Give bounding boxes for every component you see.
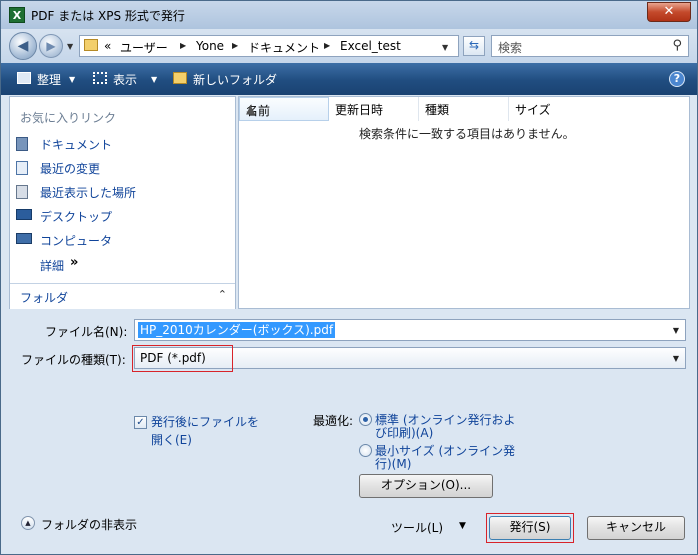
new-folder-icon	[173, 72, 187, 84]
optimize-standard-label-line2[interactable]: び印刷)(A)	[375, 424, 433, 441]
window-title: PDF または XPS 形式で発行	[31, 9, 185, 23]
recent-places-icon	[16, 185, 28, 199]
view-caret-icon[interactable]: ▼	[151, 75, 157, 84]
open-after-publish-checkbox[interactable]: ✓	[134, 416, 147, 429]
navigation-pane: お気に入りリンク ドキュメント 最近の変更 最近表示した場所 デスクトップ コン…	[9, 96, 236, 309]
address-row: ◀ ▶ ▼ « ユーザー ▶ Yone ▶ ドキュメント ▶ Excel_tes…	[1, 29, 697, 63]
breadcrumb-overflow[interactable]: «	[104, 39, 111, 53]
optimize-label: 最適化:	[313, 414, 354, 428]
desktop-icon	[16, 209, 32, 220]
filename-field[interactable]: HP_2010カレンダー(ボックス).pdf ▼	[134, 319, 686, 341]
sidebar-item-documents[interactable]: ドキュメント	[16, 135, 216, 155]
excel-app-icon: X	[9, 7, 25, 23]
column-header-label: 種類	[425, 103, 450, 117]
favorites-heading: お気に入りリンク	[20, 111, 117, 125]
more-links-button[interactable]: 詳細	[40, 257, 64, 274]
organize-menu[interactable]: 整理	[37, 71, 61, 88]
chevron-up-circle-icon[interactable]: ▲	[21, 516, 35, 530]
address-bar[interactable]: « ユーザー ▶ Yone ▶ ドキュメント ▶ Excel_test ▼	[79, 35, 459, 57]
back-arrow-icon: ◀	[17, 38, 29, 54]
documents-icon	[16, 137, 28, 151]
view-icon	[93, 72, 107, 84]
highlight-filetype	[132, 345, 233, 372]
sidebar-item-label: デスクトップ	[40, 210, 113, 224]
options-button[interactable]: オプション(O)...	[359, 474, 493, 498]
sidebar-item-computer[interactable]: コンピュータ	[16, 231, 216, 251]
column-header-type[interactable]: 種類	[419, 97, 509, 121]
breadcrumb-arrow-icon[interactable]: ▶	[324, 41, 330, 50]
filename-label: ファイル名(N):	[45, 325, 128, 339]
breadcrumb-excel-test[interactable]: Excel_test	[340, 39, 401, 53]
sidebar-item-label: 最近の変更	[40, 162, 101, 176]
back-button[interactable]: ◀	[9, 32, 37, 60]
recent-pages-dropdown-icon[interactable]: ▼	[67, 42, 73, 51]
column-header-modified[interactable]: 更新日時	[329, 97, 419, 121]
open-after-publish-label-line2[interactable]: 開く(E)	[151, 431, 192, 448]
checkmark-icon: ✓	[136, 417, 145, 428]
forward-arrow-icon: ▶	[46, 39, 56, 53]
sidebar-item-recent-changes[interactable]: 最近の変更	[16, 159, 216, 179]
folders-toggle-bar[interactable]: フォルダ ⌃	[10, 283, 235, 309]
new-folder-button[interactable]: 新しいフォルダ	[193, 71, 277, 88]
double-chevron-icon[interactable]: »	[70, 255, 78, 270]
command-toolbar: 整理 ▼ 表示 ▼ 新しいフォルダ ?	[1, 63, 697, 95]
refresh-icon: ⇆	[468, 38, 480, 52]
folders-label: フォルダ	[20, 291, 69, 305]
hide-folders-button[interactable]: フォルダの非表示	[41, 516, 137, 533]
refresh-button[interactable]: ⇆	[463, 36, 485, 56]
organize-caret-icon[interactable]: ▼	[69, 75, 75, 84]
help-icon[interactable]: ?	[669, 71, 685, 87]
optimize-minimum-radio[interactable]	[359, 444, 372, 457]
sidebar-item-desktop[interactable]: デスクトップ	[16, 207, 216, 227]
optimize-minimum-label-line2[interactable]: 行)(M)	[375, 455, 411, 472]
cancel-button[interactable]: キャンセル	[587, 516, 685, 540]
breadcrumb-arrow-icon[interactable]: ▶	[180, 41, 186, 50]
column-header-label: 更新日時	[335, 103, 384, 117]
forward-button[interactable]: ▶	[39, 34, 63, 58]
close-button[interactable]: ✕	[647, 2, 691, 22]
computer-icon	[16, 233, 32, 244]
publish-dialog: X PDF または XPS 形式で発行 ✕ ◀ ▶ ▼ « ユーザー ▶ Yon…	[0, 0, 698, 555]
filename-value[interactable]: HP_2010カレンダー(ボックス).pdf	[138, 322, 336, 338]
search-input[interactable]: 検索 ⚲	[491, 35, 689, 57]
title-bar[interactable]: X PDF または XPS 形式で発行 ✕	[1, 1, 697, 29]
sort-ascending-icon: ▲	[246, 102, 256, 116]
search-icon[interactable]: ⚲	[672, 38, 682, 53]
chevron-up-icon[interactable]: ⌃	[218, 288, 227, 301]
filetype-dropdown-icon[interactable]: ▼	[673, 354, 679, 363]
tools-menu[interactable]: ツール(L)	[391, 519, 443, 536]
optimize-standard-radio[interactable]	[359, 413, 372, 426]
breadcrumb-yone[interactable]: Yone	[196, 39, 224, 53]
sidebar-item-label: 最近表示した場所	[40, 186, 137, 200]
sidebar-item-recent-places[interactable]: 最近表示した場所	[16, 183, 216, 203]
breadcrumb-documents[interactable]: ドキュメント	[248, 39, 320, 56]
breadcrumb-arrow-icon[interactable]: ▶	[232, 41, 238, 50]
highlight-publish	[486, 513, 574, 543]
sidebar-item-label: ドキュメント	[40, 138, 113, 152]
recent-changes-icon	[16, 161, 28, 175]
column-header-size[interactable]: サイズ	[509, 97, 599, 121]
organize-icon	[17, 72, 31, 84]
empty-results-message: 検索条件に一致する項目はありません。	[359, 127, 575, 141]
file-list: 名前 ▲ 更新日時 種類 サイズ 検索条件に一致する項目はありません。	[238, 96, 690, 309]
filename-dropdown-icon[interactable]: ▼	[673, 326, 679, 335]
search-placeholder: 検索	[498, 41, 523, 55]
column-header-label: サイズ	[515, 103, 551, 117]
address-dropdown-icon[interactable]: ▼	[442, 43, 448, 52]
filetype-label: ファイルの種類(T):	[21, 353, 126, 367]
view-menu[interactable]: 表示	[113, 71, 137, 88]
folder-icon	[84, 39, 98, 51]
tools-caret-icon[interactable]: ▼	[459, 521, 466, 531]
sidebar-item-label: コンピュータ	[40, 234, 113, 248]
breadcrumb-users[interactable]: ユーザー	[120, 39, 168, 56]
open-after-publish-label[interactable]: 発行後にファイルを	[151, 413, 259, 430]
column-header-name[interactable]: 名前 ▲	[239, 97, 329, 121]
